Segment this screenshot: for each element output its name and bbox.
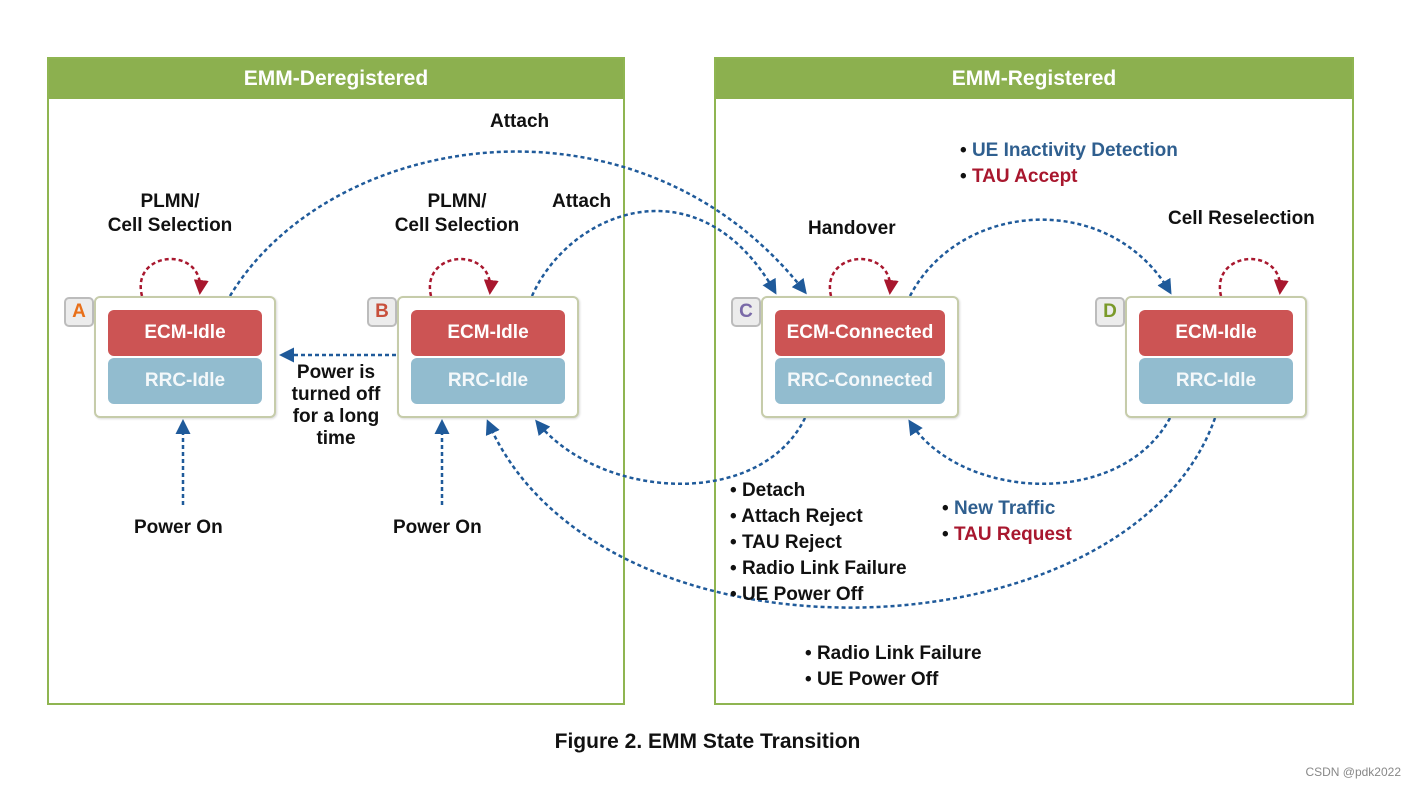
rrc-box-b: RRC-Idle: [411, 358, 565, 404]
label-attach-long: Attach: [490, 111, 550, 132]
selfloop-a: [139, 257, 209, 297]
figure-caption: Figure 2. EMM State Transition: [554, 730, 861, 753]
state-d: ECM-Idle RRC-Idle: [1125, 296, 1307, 418]
selfloop-d: [1218, 257, 1289, 297]
trigger-detach: Detach: [730, 478, 907, 504]
rrc-box-a: RRC-Idle: [108, 358, 262, 404]
trigger-ue-inactivity: UE Inactivity Detection: [960, 138, 1178, 164]
trigger-tau-request: TAU Request: [942, 522, 1072, 548]
watermark: CSDN @pdk2022: [1305, 765, 1401, 779]
ecm-box-a: ECM-Idle: [108, 310, 262, 356]
label-power-off-long-time: Power is turned off for a long time: [291, 362, 381, 449]
trigger-attach-reject: Attach Reject: [730, 504, 907, 530]
state-letter-a: A: [64, 297, 94, 327]
trigger-new-traffic: New Traffic: [942, 496, 1072, 522]
trigger-radio-link-failure-d: Radio Link Failure: [805, 641, 982, 667]
state-letter-b: B: [367, 297, 397, 327]
label-handover: Handover: [808, 218, 896, 239]
state-a: ECM-Idle RRC-Idle: [94, 296, 276, 418]
label-power-on-a: Power On: [134, 517, 223, 538]
selfloop-b: [428, 257, 499, 297]
arrow-attach-b-to-c: [530, 209, 777, 297]
rrc-box-c: RRC-Connected: [775, 358, 945, 404]
arrow-c-to-d: [908, 218, 1172, 297]
ecm-box-b: ECM-Idle: [411, 310, 565, 356]
selfloop-c: [828, 257, 899, 297]
list-c-to-b-triggers: Detach Attach Reject TAU Reject Radio Li…: [730, 478, 907, 608]
list-d-to-c-triggers: New Traffic TAU Request: [942, 496, 1072, 548]
label-cell-reselection: Cell Reselection: [1168, 208, 1315, 229]
state-b: ECM-Idle RRC-Idle: [397, 296, 579, 418]
label-attach-short: Attach: [552, 191, 612, 212]
arrow-d-to-c: [908, 417, 1172, 485]
list-d-to-b-triggers: Radio Link Failure UE Power Off: [805, 641, 982, 693]
label-plmn-a: PLMN/ Cell Selection: [107, 191, 233, 236]
trigger-ue-power-off-d: UE Power Off: [805, 667, 982, 693]
trigger-ue-power-off: UE Power Off: [730, 582, 907, 608]
label-plmn-b: PLMN/ Cell Selection: [394, 191, 520, 236]
list-c-to-d-triggers: UE Inactivity Detection TAU Accept: [960, 138, 1178, 190]
trigger-tau-reject: TAU Reject: [730, 530, 907, 556]
ecm-box-d: ECM-Idle: [1139, 310, 1293, 356]
label-power-on-b: Power On: [393, 517, 482, 538]
rrc-box-d: RRC-Idle: [1139, 358, 1293, 404]
ecm-box-c: ECM-Connected: [775, 310, 945, 356]
state-letter-d: D: [1095, 297, 1125, 327]
state-c: ECM-Connected RRC-Connected: [761, 296, 959, 418]
trigger-radio-link-failure: Radio Link Failure: [730, 556, 907, 582]
trigger-tau-accept: TAU Accept: [960, 164, 1178, 190]
arrow-c-to-b: [535, 417, 807, 485]
state-letter-c: C: [731, 297, 761, 327]
